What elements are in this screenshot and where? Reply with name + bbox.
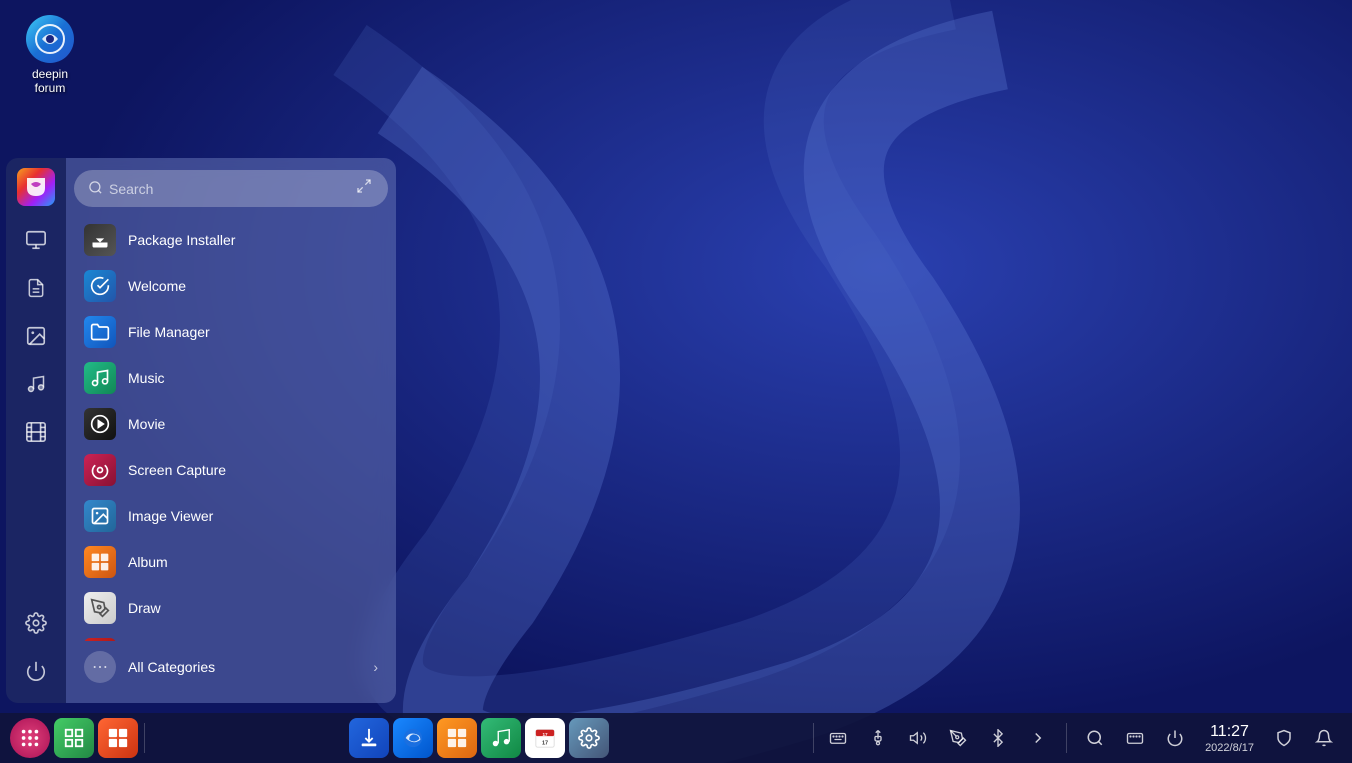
taskbar-divider-left	[144, 723, 145, 753]
app-item-package-installer[interactable]: Package Installer	[74, 217, 388, 263]
launcher-sidebar	[6, 158, 66, 703]
search-bar[interactable]	[74, 170, 388, 207]
sidebar-icon-monitor[interactable]	[16, 220, 56, 260]
taskbar-keyboard-icon[interactable]	[820, 720, 856, 756]
app-item-document-viewer[interactable]: Document Viewer	[74, 631, 388, 641]
desktop-icon-deepin-forum[interactable]: deepinforum	[15, 15, 85, 95]
desktop-icon-label: deepinforum	[32, 67, 68, 95]
taskbar-bluetooth-icon[interactable]	[980, 720, 1016, 756]
taskbar-launcher-icon[interactable]	[10, 718, 50, 758]
taskbar-keyboard2-icon[interactable]	[1117, 720, 1153, 756]
taskbar-shield-icon[interactable]	[1266, 720, 1302, 756]
app-item-welcome[interactable]: Welcome	[74, 263, 388, 309]
app-name-album: Album	[128, 554, 168, 570]
app-name-screen-capture: Screen Capture	[128, 462, 226, 478]
app-name-draw: Draw	[128, 600, 161, 616]
app-icon-package-installer	[84, 224, 116, 256]
svg-text:17: 17	[542, 740, 548, 746]
app-name-image-viewer: Image Viewer	[128, 508, 213, 524]
taskbar-divider-center	[813, 723, 814, 753]
app-name-movie: Movie	[128, 416, 165, 432]
taskbar-left	[10, 718, 138, 758]
all-categories-chevron: ›	[373, 659, 378, 675]
taskbar-power-icon[interactable]	[1157, 720, 1193, 756]
taskbar-usb-icon[interactable]	[860, 720, 896, 756]
taskbar-search-icon[interactable]	[1077, 720, 1113, 756]
app-name-welcome: Welcome	[128, 278, 186, 294]
svg-text:17: 17	[542, 732, 548, 737]
taskbar: 17 17	[0, 713, 1352, 763]
taskbar-bell-icon[interactable]	[1306, 720, 1342, 756]
deepin-forum-icon	[26, 15, 74, 63]
taskbar-more-icon[interactable]	[1020, 720, 1056, 756]
all-categories-label: All Categories	[128, 659, 215, 675]
all-categories-item[interactable]: ⋯ All Categories ›	[74, 643, 388, 691]
clock-date: 2022/8/17	[1205, 742, 1254, 754]
app-icon-draw	[84, 592, 116, 624]
taskbar-center-clone[interactable]	[349, 718, 389, 758]
sidebar-logo[interactable]	[17, 168, 55, 206]
sidebar-icon-power[interactable]	[16, 651, 56, 691]
taskbar-center-browser[interactable]	[393, 718, 433, 758]
sidebar-icon-image[interactable]	[16, 316, 56, 356]
search-icon	[88, 180, 103, 198]
sidebar-icon-music[interactable]	[16, 364, 56, 404]
app-name-package-installer: Package Installer	[128, 232, 235, 248]
sidebar-icon-settings[interactable]	[16, 603, 56, 643]
app-icon-album	[84, 546, 116, 578]
app-item-music[interactable]: Music	[74, 355, 388, 401]
app-item-draw[interactable]: Draw	[74, 585, 388, 631]
app-item-image-viewer[interactable]: Image Viewer	[74, 493, 388, 539]
expand-button[interactable]	[354, 176, 374, 201]
taskbar-volume-icon[interactable]	[900, 720, 936, 756]
taskbar-center: 17 17	[151, 718, 807, 758]
taskbar-center-music[interactable]	[481, 718, 521, 758]
app-item-album[interactable]: Album	[74, 539, 388, 585]
taskbar-center-calendar[interactable]: 17 17	[525, 718, 565, 758]
desktop: deepinforum	[0, 0, 1352, 763]
search-input[interactable]	[109, 181, 348, 197]
app-icon-image-viewer	[84, 500, 116, 532]
app-icon-welcome	[84, 270, 116, 302]
app-list: Package Installer Welcome File Manager Musi…	[74, 217, 388, 641]
taskbar-board-icon[interactable]	[54, 718, 94, 758]
taskbar-right: 11:27 2022/8/17	[820, 720, 1342, 756]
sidebar-icon-file[interactable]	[16, 268, 56, 308]
sidebar-icon-film[interactable]	[16, 412, 56, 452]
taskbar-center-settings[interactable]	[569, 718, 609, 758]
taskbar-pen-icon[interactable]	[940, 720, 976, 756]
taskbar-clock[interactable]: 11:27 2022/8/17	[1197, 722, 1262, 753]
app-icon-screen-capture	[84, 454, 116, 486]
app-item-movie[interactable]: Movie	[74, 401, 388, 447]
launcher-main: Package Installer Welcome File Manager Musi…	[66, 158, 396, 703]
app-icon-file-manager	[84, 316, 116, 348]
app-item-screen-capture[interactable]: Screen Capture	[74, 447, 388, 493]
taskbar-windows-icon[interactable]	[98, 718, 138, 758]
app-icon-movie	[84, 408, 116, 440]
taskbar-divider-sys	[1066, 723, 1067, 753]
clock-time: 11:27	[1205, 722, 1254, 741]
app-icon-document-viewer	[84, 638, 116, 641]
app-icon-music	[84, 362, 116, 394]
launcher-panel: Package Installer Welcome File Manager Musi…	[6, 158, 396, 703]
taskbar-center-album[interactable]	[437, 718, 477, 758]
app-name-music: Music	[128, 370, 165, 386]
all-categories-icon: ⋯	[84, 651, 116, 683]
app-name-file-manager: File Manager	[128, 324, 210, 340]
app-item-file-manager[interactable]: File Manager	[74, 309, 388, 355]
